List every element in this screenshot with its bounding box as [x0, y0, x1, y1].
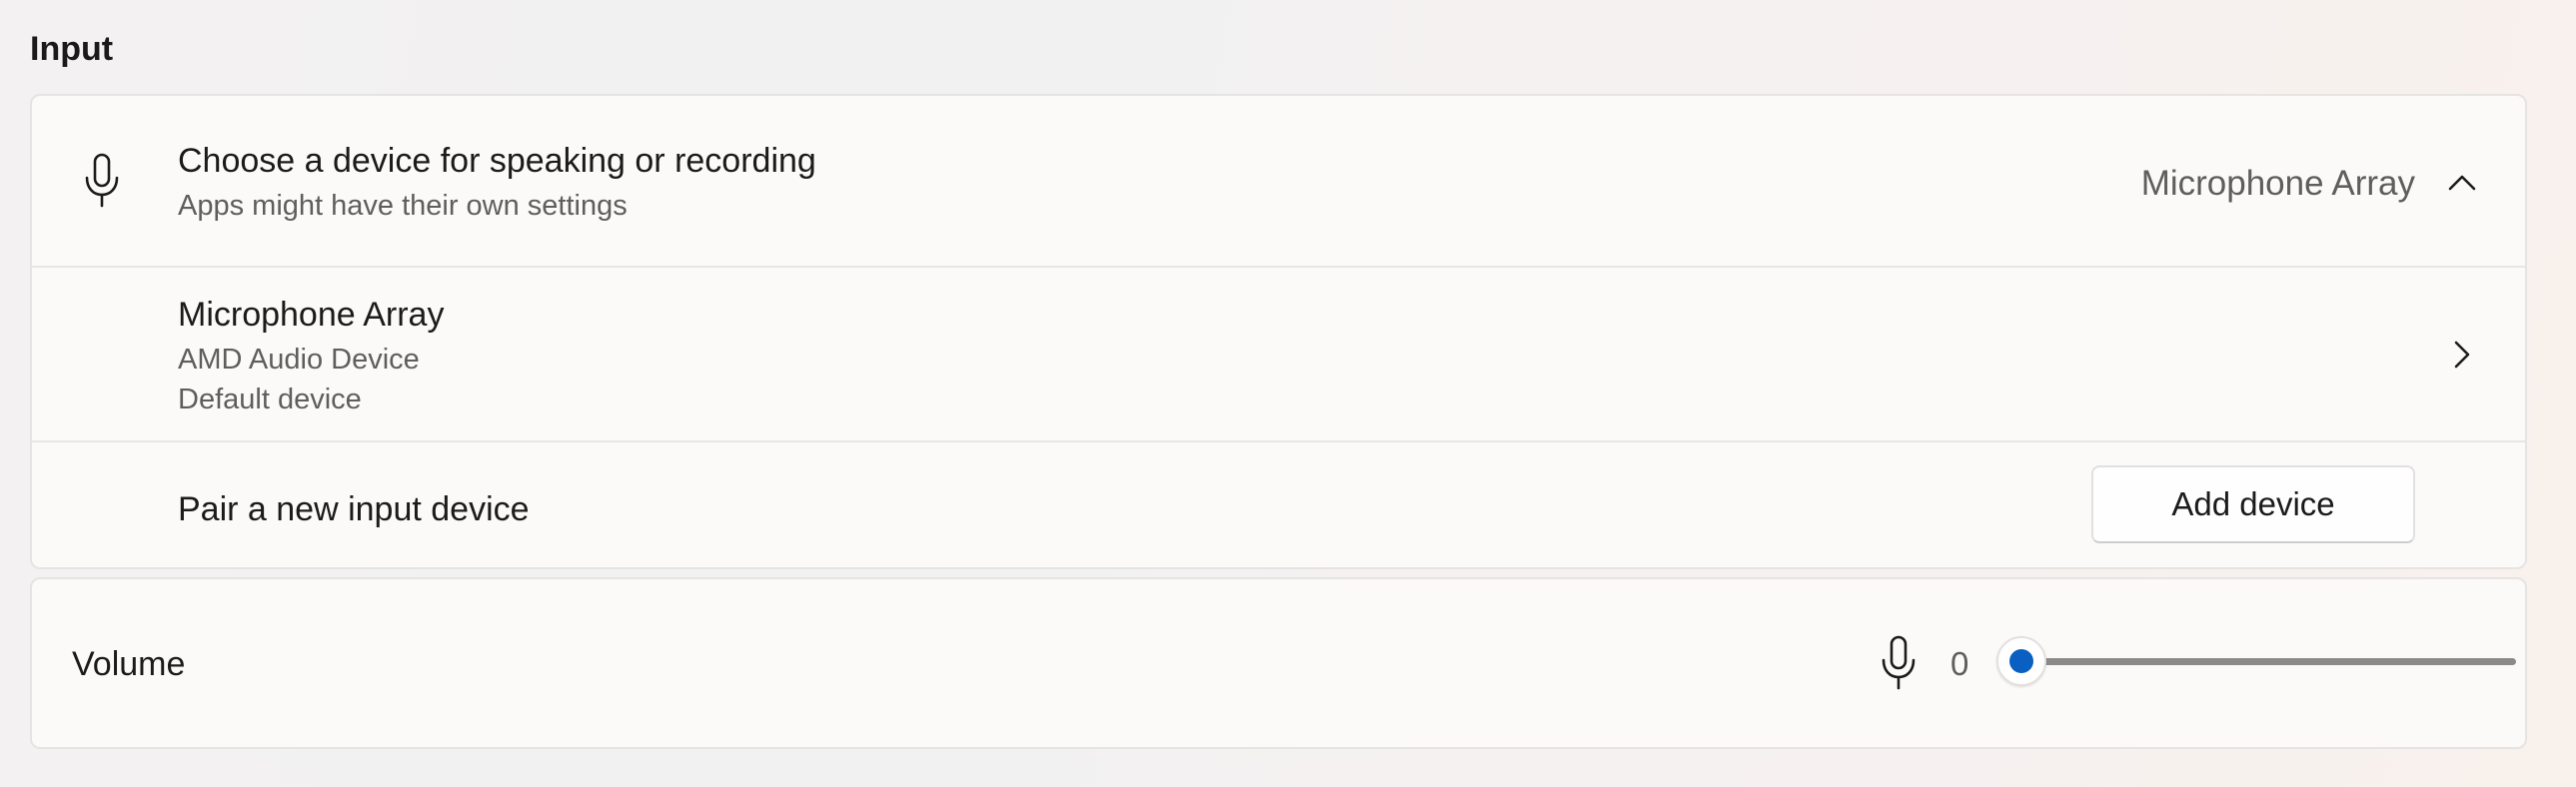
device-chooser-subtitle: Apps might have their own settings [178, 190, 628, 222]
device-chooser-row[interactable]: Choose a device for speaking or recordin… [32, 96, 2525, 266]
chevron-up-icon[interactable] [2445, 166, 2479, 200]
volume-slider-track[interactable] [2026, 658, 2516, 665]
volume-value: 0 [1950, 645, 1969, 682]
volume-slider-thumb[interactable] [1996, 636, 2046, 686]
section-title: Input [30, 30, 114, 68]
volume-slider-thumb-dot [2009, 649, 2033, 673]
volume-card: Volume 0 [30, 577, 2527, 749]
add-device-button[interactable]: Add device [2091, 465, 2415, 543]
chevron-right-icon [2445, 338, 2479, 372]
volume-slider[interactable] [1996, 629, 2516, 693]
device-driver: AMD Audio Device [178, 344, 420, 376]
microphone-icon [82, 153, 122, 209]
device-item-microphone-array[interactable]: Microphone Array AMD Audio Device Defaul… [32, 266, 2525, 440]
pair-device-label: Pair a new input device [178, 490, 530, 528]
device-name: Microphone Array [178, 296, 445, 334]
microphone-icon [1879, 635, 1919, 691]
volume-label: Volume [72, 645, 186, 683]
device-status: Default device [178, 384, 362, 415]
device-chooser-title: Choose a device for speaking or recordin… [178, 142, 816, 180]
selected-device-value: Microphone Array [2140, 164, 2415, 203]
input-settings-card: Choose a device for speaking or recordin… [30, 94, 2527, 569]
pair-device-row: Pair a new input device Add device [32, 440, 2525, 567]
